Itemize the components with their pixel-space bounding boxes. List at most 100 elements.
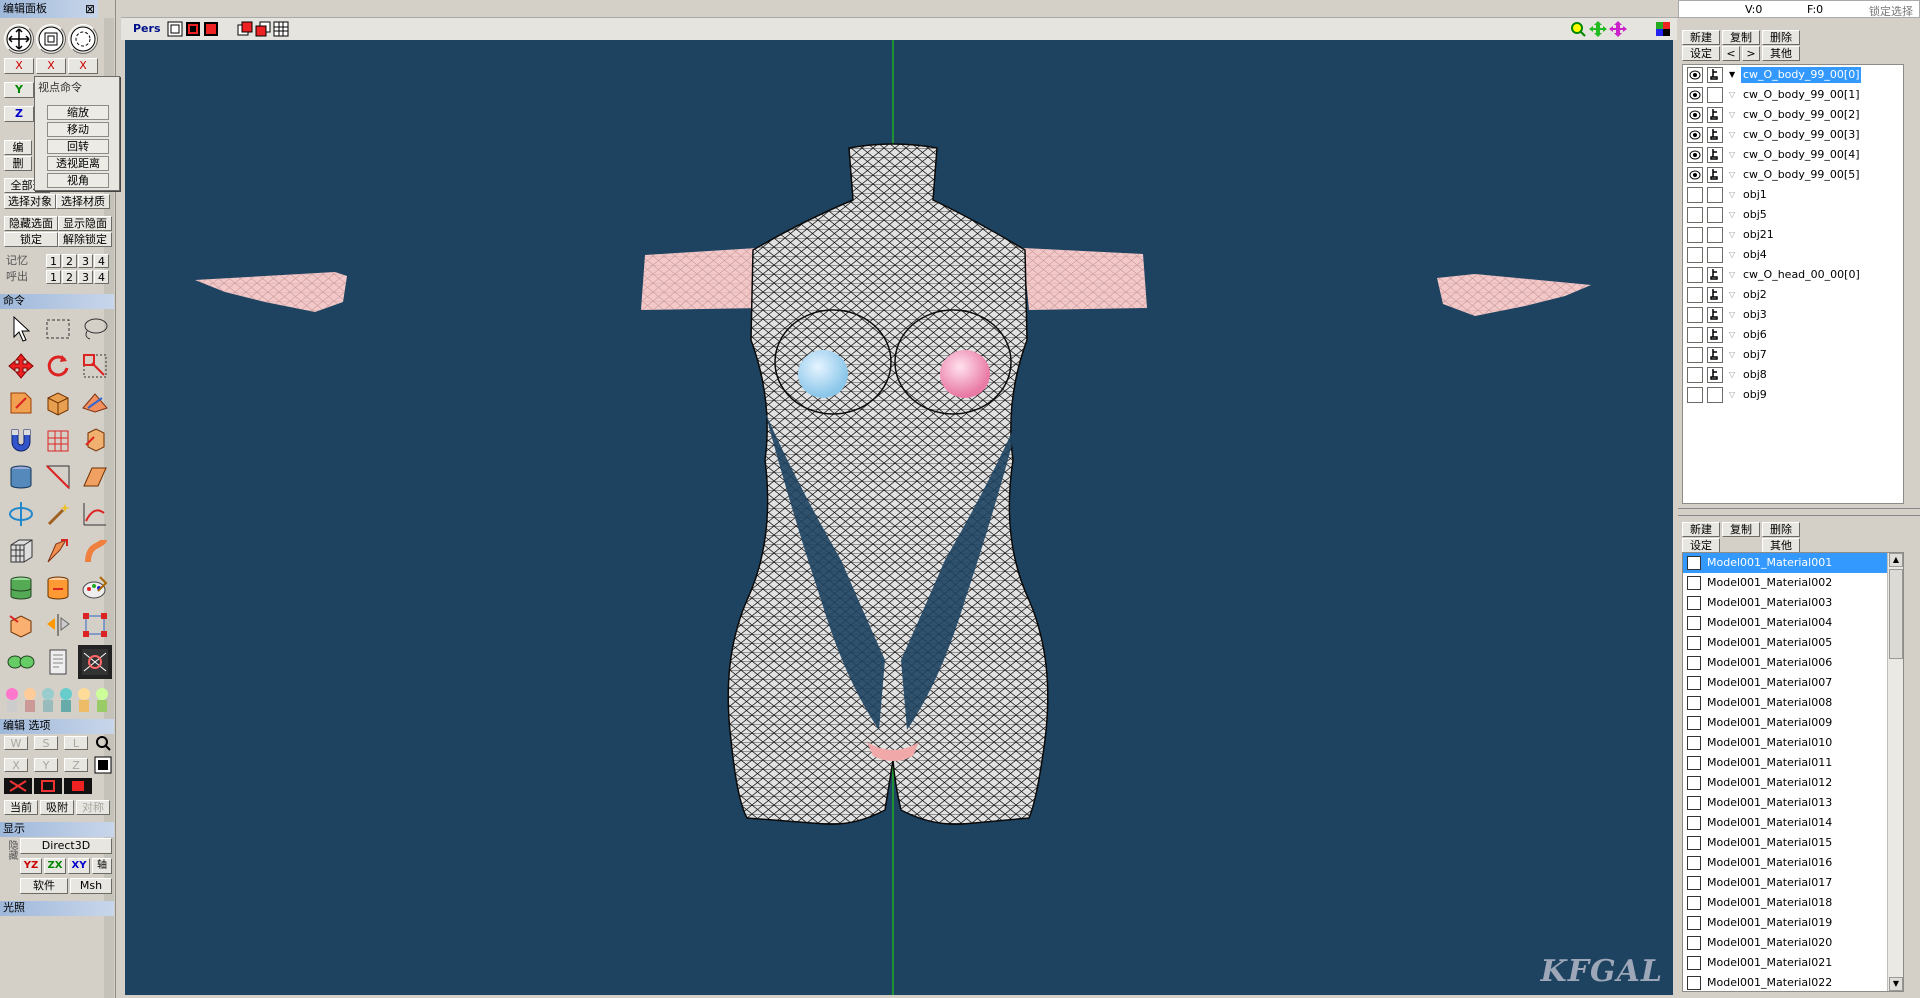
object-new-button[interactable]: 新建 [1682, 30, 1720, 45]
child-node-icon[interactable]: ▽ [1729, 225, 1735, 245]
lock-icon[interactable] [1707, 67, 1723, 83]
unlock-icon[interactable] [1707, 247, 1723, 263]
axis-x-button-3[interactable]: X [68, 58, 98, 74]
wire-view-icon[interactable] [185, 21, 201, 37]
option-x-button[interactable]: X [4, 758, 28, 772]
lock-icon[interactable] [1707, 367, 1723, 383]
lock-icon[interactable] [1707, 167, 1723, 183]
object-settings-button[interactable]: 设定 [1682, 46, 1720, 61]
blob-tool[interactable] [4, 645, 38, 679]
cylinder-tool[interactable] [4, 571, 38, 605]
material-row[interactable]: Model001_Material009 [1683, 713, 1903, 733]
material-checkbox[interactable] [1687, 756, 1701, 770]
viewport-layout-icon[interactable] [1655, 21, 1671, 37]
object-delete-button[interactable]: 删除 [1762, 30, 1800, 45]
plane-xy-button[interactable]: XY [68, 858, 90, 874]
object-prev-button[interactable]: < [1722, 46, 1740, 61]
material-checkbox[interactable] [1687, 816, 1701, 830]
material-row[interactable]: Model001_Material013 [1683, 793, 1903, 813]
eye-visible-icon[interactable] [1687, 127, 1703, 143]
pan-arrows-icon[interactable] [1589, 20, 1607, 38]
child-node-icon[interactable]: ▽ [1729, 305, 1735, 325]
select-material-button[interactable]: 选择材质 [56, 194, 110, 209]
material-row[interactable]: Model001_Material018 [1683, 893, 1903, 913]
material-checkbox[interactable] [1687, 916, 1701, 930]
fit-view-icon[interactable] [167, 21, 183, 37]
scroll-down-icon[interactable]: ▼ [1889, 977, 1903, 991]
material-settings-button[interactable]: 设定 [1682, 538, 1720, 553]
plane-tool[interactable] [78, 386, 112, 420]
axis-x-button-1[interactable]: X [4, 58, 34, 74]
material-checkbox[interactable] [1687, 896, 1701, 910]
eye-visible-icon[interactable] [1687, 87, 1703, 103]
plane-zx-button[interactable]: ZX [44, 858, 66, 874]
material-checkbox[interactable] [1687, 956, 1701, 970]
material-row[interactable]: Model001_Material008 [1683, 693, 1903, 713]
wire-mode-icon[interactable] [4, 778, 32, 794]
material-row[interactable]: Model001_Material012 [1683, 773, 1903, 793]
option-w-button[interactable]: W [4, 736, 28, 750]
eye-visible-icon[interactable] [1687, 67, 1703, 83]
material-checkbox[interactable] [1687, 676, 1701, 690]
material-checkbox[interactable] [1687, 856, 1701, 870]
lock-icon[interactable] [1707, 127, 1723, 143]
move-tool[interactable] [4, 349, 38, 383]
eye-hidden-icon[interactable] [1687, 287, 1703, 303]
box-tool[interactable] [4, 608, 38, 642]
material-checkbox[interactable] [1687, 716, 1701, 730]
object-row[interactable]: ▽ obj21 [1683, 225, 1903, 245]
child-node-icon[interactable]: ▽ [1729, 125, 1735, 145]
lock-icon[interactable] [1707, 267, 1723, 283]
child-node-icon[interactable]: ▽ [1729, 85, 1735, 105]
object-row[interactable]: ▽ cw_O_body_99_00[5] [1683, 165, 1903, 185]
object-row[interactable]: ▽ cw_O_body_99_00[1] [1683, 85, 1903, 105]
3d-viewport[interactable]: KFGAL [125, 40, 1673, 995]
scale-tool[interactable] [78, 349, 112, 383]
object-row[interactable]: ▽ obj6 [1683, 325, 1903, 345]
magnet-tool[interactable] [4, 423, 38, 457]
object-row[interactable]: ▽ obj9 [1683, 385, 1903, 405]
memory-slot-1[interactable]: 1 [46, 254, 61, 268]
axis-display-button[interactable]: 轴 [92, 858, 112, 874]
morph-tool[interactable] [41, 571, 75, 605]
edge-tool[interactable] [41, 460, 75, 494]
twist-tool[interactable] [78, 534, 112, 568]
material-other-button[interactable]: 其他 [1762, 538, 1800, 553]
material-row[interactable]: Model001_Material003 [1683, 593, 1903, 613]
object-row[interactable]: ▽ obj5 [1683, 205, 1903, 225]
material-checkbox[interactable] [1687, 696, 1701, 710]
current-button[interactable]: 当前 [4, 800, 38, 815]
eye-hidden-icon[interactable] [1687, 367, 1703, 383]
rotate-tool[interactable] [41, 349, 75, 383]
eye-hidden-icon[interactable] [1687, 347, 1703, 363]
view-mode-label[interactable]: Pers [133, 22, 161, 35]
eye-hidden-icon[interactable] [1687, 187, 1703, 203]
material-scrollbar[interactable]: ▲ ▼ [1887, 553, 1903, 991]
panel-close-icon[interactable]: ⊠ [85, 0, 95, 18]
material-row[interactable]: Model001_Material015 [1683, 833, 1903, 853]
material-row[interactable]: Model001_Material014 [1683, 813, 1903, 833]
child-node-icon[interactable]: ▽ [1729, 245, 1735, 265]
child-node-icon[interactable]: ▽ [1729, 385, 1735, 405]
material-row[interactable]: Model001_Material016 [1683, 853, 1903, 873]
primitive-tool[interactable] [41, 386, 75, 420]
orbit-arrows-icon[interactable] [1609, 20, 1627, 38]
msh-button[interactable]: Msh [70, 878, 112, 894]
rotate-axis-tool[interactable] [4, 497, 38, 531]
lock-icon[interactable] [1707, 147, 1723, 163]
lock-icon[interactable] [1707, 107, 1723, 123]
material-checkbox[interactable] [1687, 976, 1701, 990]
option-magnify-icon[interactable] [94, 734, 112, 752]
popup-move-button[interactable]: 移动 [47, 122, 109, 137]
scroll-thumb[interactable] [1889, 569, 1903, 659]
expand-icon[interactable]: ▼ [1729, 65, 1735, 85]
popup-zoom-button[interactable]: 缩放 [47, 105, 109, 120]
select-object-button[interactable]: 选择对象 [4, 194, 56, 209]
child-node-icon[interactable]: ▽ [1729, 345, 1735, 365]
recall-slot-1[interactable]: 1 [46, 270, 61, 284]
scroll-up-icon[interactable]: ▲ [1889, 553, 1903, 567]
option-dots-icon[interactable] [94, 756, 112, 774]
recall-slot-2[interactable]: 2 [62, 270, 77, 284]
eye-hidden-icon[interactable] [1687, 387, 1703, 403]
script-tool[interactable] [41, 645, 75, 679]
